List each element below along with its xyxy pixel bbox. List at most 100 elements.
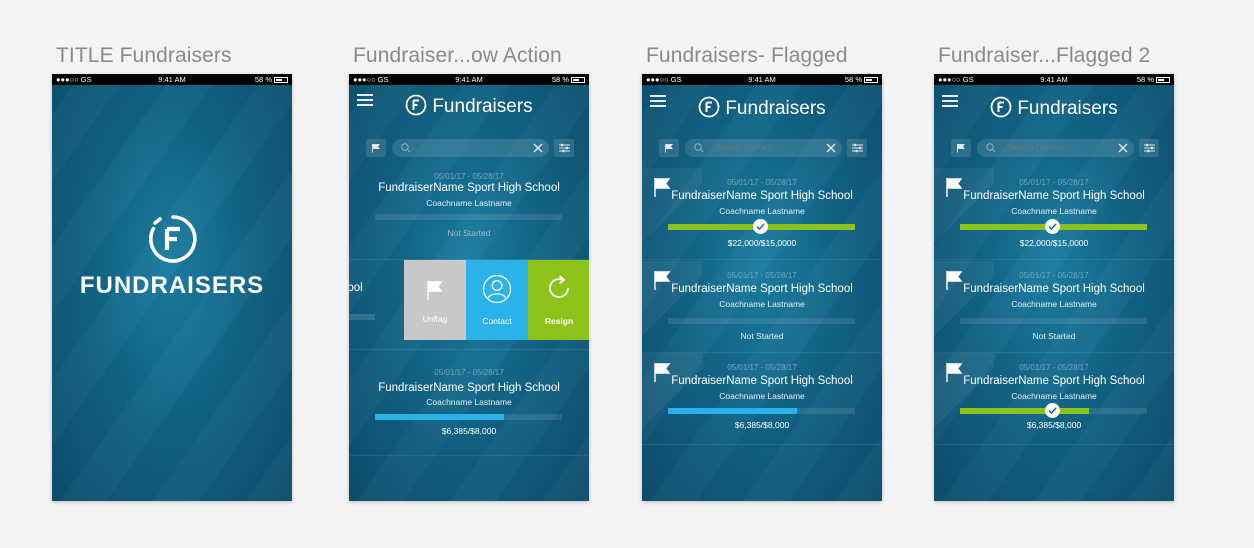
date-range: 05/01/17 - 05/28/17 xyxy=(1019,271,1089,280)
date-range: 05/01/17 - 05/28/17 xyxy=(434,172,504,181)
battery-status: 58 % xyxy=(552,74,585,85)
search-icon xyxy=(694,143,704,153)
phone-screen: ●●●○○ GS 9:41 AM 58 % Fundraisers 05/01/… xyxy=(349,74,589,501)
phone-screen: ●●●○○ GS 9:41 AM 58 % Fundraisers 05/01/… xyxy=(934,74,1174,501)
fundraiser-name: FundraiserName Sport High School xyxy=(671,375,853,387)
clear-search-icon[interactable] xyxy=(533,143,543,153)
date-range: 05/01/17 - 05/28/17 xyxy=(727,271,797,280)
flag-icon xyxy=(957,144,965,153)
progress-track xyxy=(960,219,1147,234)
unflag-action-button[interactable]: Unflag xyxy=(404,260,466,340)
fundraiser-name: FundraiserName Sport High School xyxy=(963,190,1145,202)
coach-name: Coachname Lastname xyxy=(426,397,512,407)
search-bar[interactable] xyxy=(977,139,1134,157)
refresh-icon xyxy=(549,275,569,298)
filter-sliders-icon xyxy=(852,143,863,153)
fundraiser-card[interactable]: 05/01/17 - 05/28/17 FundraiserName Sport… xyxy=(934,261,1174,353)
flag-icon xyxy=(372,144,380,153)
amount-raised: $6,385/$8,000 xyxy=(441,426,497,436)
fundraisers-logo-icon xyxy=(405,94,427,116)
flag-filter-button[interactable] xyxy=(659,139,679,157)
filter-button[interactable] xyxy=(1139,139,1159,157)
flag-filter-button[interactable] xyxy=(366,139,386,157)
milestone-check-icon xyxy=(1044,403,1060,418)
fundraiser-card[interactable]: 05/01/17 - 05/28/17 FundraiserName Sport… xyxy=(642,353,882,445)
app-title: Fundraisers xyxy=(349,94,589,118)
fundraiser-name: FundraiserName Sport High School xyxy=(963,375,1145,387)
progress-track xyxy=(960,318,1147,324)
progress-track xyxy=(375,414,562,420)
action-label: Resign xyxy=(544,316,574,326)
flag-icon xyxy=(665,144,673,153)
flag-filter-button[interactable] xyxy=(951,139,971,157)
action-label: Unflag xyxy=(422,314,448,324)
filter-sliders-icon xyxy=(559,143,570,153)
fundraiser-name: FundraiserName Sport High School xyxy=(378,382,560,394)
fundraiser-name: FundraiserName Sport High School xyxy=(671,283,853,295)
progress-track xyxy=(375,214,562,220)
amount-raised: $22,000/$15,0000 xyxy=(1019,238,1089,248)
fundraiser-card[interactable]: 05/01/17 - 05/28/17 FundraiserName Sport… xyxy=(934,168,1174,260)
artboard-label: Fundraiser...Flagged 2 xyxy=(938,44,1151,67)
fundraisers-logo-icon xyxy=(149,215,197,263)
filter-button[interactable] xyxy=(554,139,574,157)
amount-raised: $6,385/$8,000 xyxy=(1026,420,1082,430)
status-bar: ●●●○○ GS 9:41 AM 58 % xyxy=(642,74,882,85)
date-range: 05/01/17 - 05/28/17 xyxy=(1019,178,1089,187)
status-text: Not Started xyxy=(447,228,491,238)
status-text: Not Started xyxy=(740,331,784,341)
battery-icon xyxy=(864,77,878,83)
contact-person-icon xyxy=(482,274,512,304)
swiped-row[interactable]: hool Unflag Contact Resign xyxy=(349,260,589,350)
status-bar: ●●●○○ GS 9:41 AM 58 % xyxy=(934,74,1174,85)
artboard-label: Fundraiser...ow Action xyxy=(353,44,562,67)
coach-name: Coachname Lastname xyxy=(719,299,805,309)
status-text: Not Started xyxy=(1032,331,1076,341)
app-title: Fundraisers xyxy=(642,96,882,120)
resign-action-button[interactable]: Resign xyxy=(528,260,589,340)
search-icon xyxy=(986,143,996,153)
fundraiser-name: FundraiserName Sport High School xyxy=(378,182,560,194)
amount-raised: $6,385/$8,000 xyxy=(734,420,790,430)
flag-icon xyxy=(427,281,443,300)
coach-name: Coachname Lastname xyxy=(1011,391,1097,401)
fundraiser-card[interactable]: 05/01/17 - 05/28/17 FundraiserName Sport… xyxy=(642,261,882,353)
fundraiser-card[interactable]: 05/01/17 - 05/28/17 FundraiserName Sport… xyxy=(349,168,589,260)
progress-track xyxy=(349,314,375,320)
battery-status: 58 % xyxy=(1137,74,1170,85)
fundraisers-logo-icon xyxy=(990,96,1012,118)
progress-track xyxy=(668,318,855,324)
splash-title: FUNDRAISERS xyxy=(79,272,265,299)
date-range: 05/01/17 - 05/28/17 xyxy=(727,363,797,372)
battery-icon xyxy=(1156,77,1170,83)
fundraiser-card[interactable]: 05/01/17 - 05/28/17 FundraiserName Sport… xyxy=(642,168,882,260)
progress-fill xyxy=(668,408,798,414)
fundraiser-card[interactable]: 05/01/17 - 05/28/17 FundraiserName Sport… xyxy=(934,353,1174,445)
battery-icon xyxy=(274,77,288,83)
battery-status: 58 % xyxy=(845,74,878,85)
search-icon xyxy=(401,143,411,153)
coach-name: Coachname Lastname xyxy=(719,206,805,216)
date-range: 05/01/17 - 05/28/17 xyxy=(1019,363,1089,372)
milestone-check-icon xyxy=(1044,219,1060,234)
progress-track xyxy=(668,408,855,414)
artboard-label: Fundraisers- Flagged xyxy=(646,44,848,67)
search-bar[interactable] xyxy=(392,139,549,157)
coach-name: Coachname Lastname xyxy=(719,391,805,401)
fundraiser-card[interactable]: 05/01/17 - 05/28/17 FundraiserName Sport… xyxy=(349,364,589,456)
date-range: 05/01/17 - 05/28/17 xyxy=(727,178,797,187)
clear-search-icon[interactable] xyxy=(826,143,836,153)
date-range: 05/01/17 - 05/28/17 xyxy=(434,368,504,377)
phone-screen: ●●●○○ GS 9:41 AM 58 % Fundraisers 05/01/… xyxy=(642,74,882,501)
swiped-row-name-fragment: hool xyxy=(349,282,363,294)
clear-search-icon[interactable] xyxy=(1118,143,1128,153)
search-bar[interactable] xyxy=(685,139,842,157)
contact-action-button[interactable]: Contact xyxy=(466,260,528,340)
fundraisers-logo-icon xyxy=(698,96,720,118)
search-input[interactable] xyxy=(1008,143,1108,152)
progress-track xyxy=(668,219,855,234)
battery-icon xyxy=(571,77,585,83)
search-input[interactable] xyxy=(716,143,816,152)
coach-name: Coachname Lastname xyxy=(426,198,512,208)
filter-button[interactable] xyxy=(847,139,867,157)
